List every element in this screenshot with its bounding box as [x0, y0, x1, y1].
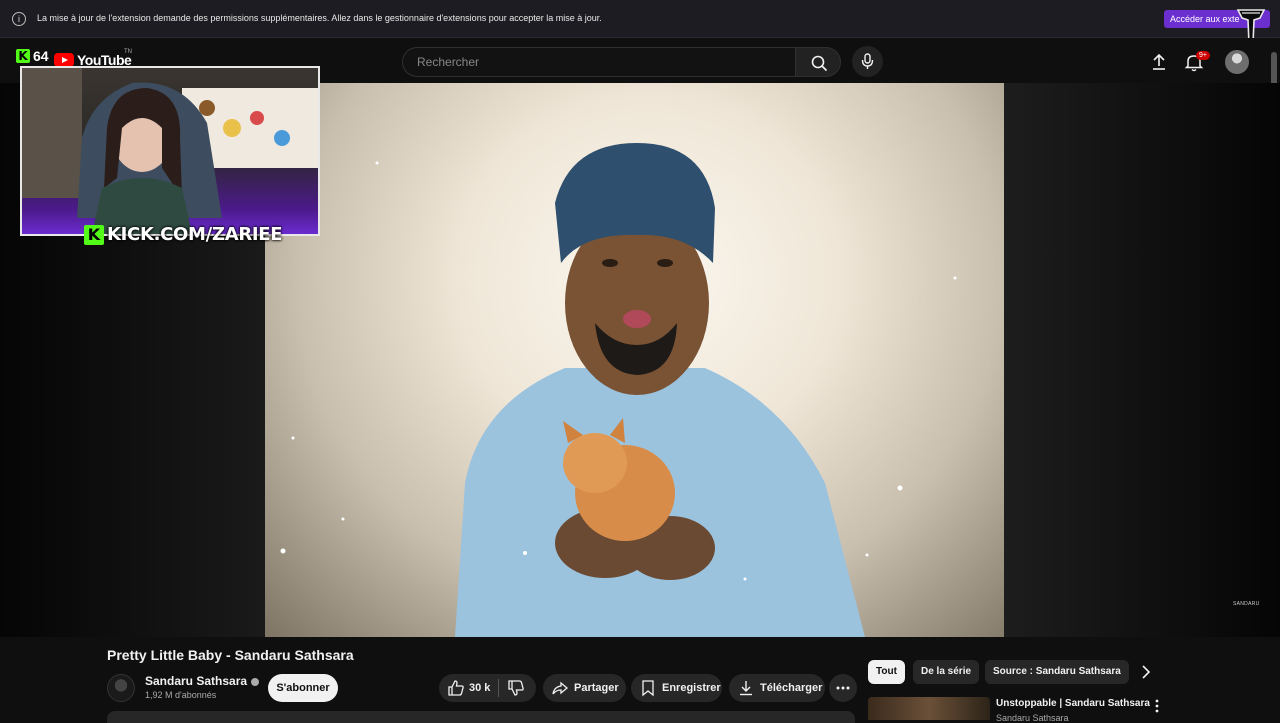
like-count: 30 k: [469, 682, 491, 694]
webcam-kick-label: K KICK.COM/ZARIEE: [84, 224, 283, 245]
search-icon: [811, 55, 827, 71]
kick-viewer-count: K 64: [16, 48, 49, 64]
download-label: Télécharger: [760, 682, 823, 694]
more-horizontal-icon: [836, 686, 850, 690]
video-title: Pretty Little Baby - Sandaru Sathsara: [107, 647, 354, 663]
chip-series[interactable]: De la série: [913, 660, 980, 684]
notification-message: La mise à jour de l'extension demande de…: [37, 13, 602, 23]
kick-logo-icon: K: [16, 49, 30, 63]
webcam-scene: [22, 68, 318, 234]
more-vertical-icon[interactable]: [1152, 698, 1162, 714]
subscriber-count: 1,92 M d'abonnés: [145, 690, 217, 700]
subscribe-button[interactable]: S'abonner: [268, 674, 338, 702]
channel-name[interactable]: Sandaru Sathsara: [145, 674, 260, 688]
player-ambient-right: [1004, 83, 1280, 637]
search-box: [402, 47, 796, 77]
video-watermark: SANDARU: [1233, 601, 1260, 607]
save-label: Enregistrer: [662, 682, 721, 694]
info-icon: i: [12, 12, 26, 26]
channel-avatar[interactable]: [107, 674, 135, 702]
chip-source[interactable]: Source : Sandaru Sathsara: [985, 660, 1129, 684]
search-input[interactable]: [415, 54, 779, 70]
like-dislike-group: 30 k: [439, 674, 536, 702]
like-button[interactable]: 30 k: [439, 679, 490, 697]
kick-channel-url: KICK.COM/ZARIEE: [107, 224, 283, 245]
thumbs-up-icon: [448, 680, 464, 696]
upload-icon[interactable]: [1147, 50, 1171, 74]
download-button[interactable]: Télécharger: [729, 674, 825, 702]
recommended-channel[interactable]: Sandaru Sathsara: [996, 713, 1069, 723]
download-icon: [740, 681, 752, 696]
video-scene: [280, 143, 957, 637]
description-box[interactable]: [107, 711, 855, 723]
bookmark-icon: [642, 680, 654, 697]
dislike-button[interactable]: [499, 679, 525, 697]
video-frame[interactable]: [265, 83, 1004, 637]
thumbs-down-icon: [508, 680, 525, 696]
microphone-icon: [861, 53, 874, 69]
share-label: Partager: [574, 682, 619, 694]
recommended-thumbnail[interactable]: [868, 697, 990, 720]
verified-badge-icon: [251, 677, 260, 686]
share-icon: [552, 681, 569, 695]
kick-logo-icon: K: [84, 224, 104, 245]
chevron-right-icon[interactable]: [1138, 664, 1154, 680]
search-button[interactable]: [795, 47, 841, 77]
youtube-play-icon: [54, 53, 74, 67]
notification-count-badge: 9+: [1196, 51, 1210, 60]
recommended-title[interactable]: Unstoppable | Sandaru Sathsara: [996, 698, 1150, 709]
account-avatar[interactable]: [1225, 50, 1249, 74]
webcam-overlay: [20, 66, 320, 236]
save-button[interactable]: Enregistrer: [631, 674, 722, 702]
country-code: TN: [124, 49, 132, 55]
channel-name-text[interactable]: Sandaru Sathsara: [145, 674, 247, 688]
share-button[interactable]: Partager: [543, 674, 626, 702]
voice-search-button[interactable]: [852, 46, 883, 77]
more-actions-button[interactable]: [829, 674, 857, 702]
kick-viewer-number: 64: [33, 48, 49, 64]
extension-notification-bar: i La mise à jour de l'extension demande …: [0, 0, 1280, 38]
chip-all[interactable]: Tout: [868, 660, 905, 684]
